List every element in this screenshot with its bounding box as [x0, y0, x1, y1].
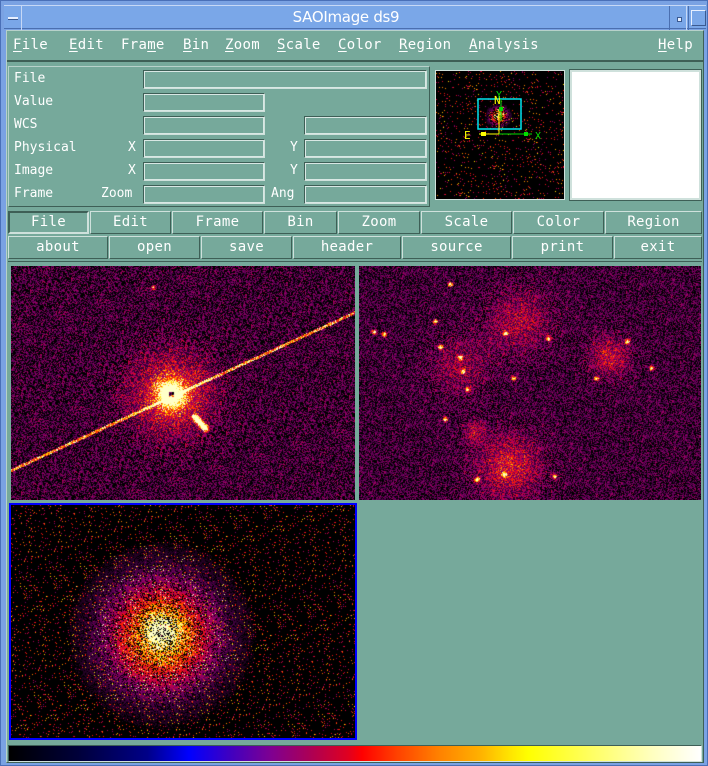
menu-label-rest: nalysis	[477, 37, 539, 53]
button-header[interactable]: header	[293, 236, 401, 259]
menu-label-rest: oom	[233, 37, 260, 53]
panner-overlay: N E X Y	[464, 90, 541, 142]
physical-x-label: X	[128, 140, 136, 155]
image-label: Image	[14, 163, 54, 178]
mnemonic: R	[399, 37, 408, 53]
menu-label-rest: egion	[407, 37, 452, 53]
physical-label: Physical	[14, 140, 77, 155]
colorbar[interactable]	[8, 745, 702, 762]
menu-label-rest: e	[155, 37, 165, 53]
physical-y-label: Y	[290, 140, 298, 155]
menu-label-rest: in	[191, 37, 210, 53]
button-open[interactable]: open	[109, 236, 200, 259]
value-label: Value	[14, 94, 54, 109]
frame-1[interactable]	[9, 264, 357, 502]
button-color[interactable]: Color	[513, 211, 604, 234]
axis-y-label: Y	[496, 90, 502, 101]
menu-edit[interactable]: Edit	[69, 37, 104, 53]
compass-e-label: E	[464, 129, 471, 142]
ang-field	[304, 185, 427, 204]
menu-label-rest: dit	[77, 37, 104, 53]
menu-color[interactable]: Color	[338, 37, 382, 53]
mnemonic: F	[13, 37, 22, 53]
menu-scale[interactable]: Scale	[277, 37, 321, 53]
buttonbar-major: File Edit Frame Bin Zoom Scale Color Reg…	[7, 211, 703, 235]
image-x-field	[143, 162, 265, 181]
menu-label-rest: olor	[346, 37, 382, 53]
physical-x-field	[143, 139, 265, 158]
physical-y-field	[304, 139, 427, 158]
frame-2-image[interactable]	[359, 266, 701, 500]
mnemonic: B	[183, 37, 192, 53]
mnemonic: Z	[225, 37, 234, 53]
mnemonic: C	[338, 37, 347, 53]
button-scale[interactable]: Scale	[421, 211, 512, 234]
menu-bar: File Edit Frame Bin Zoom Scale Color Reg…	[7, 31, 703, 62]
button-file[interactable]: File	[8, 211, 89, 234]
minimize-button[interactable]	[669, 6, 687, 30]
zoom-field	[143, 185, 265, 204]
magnifier	[569, 69, 702, 201]
button-region[interactable]: Region	[605, 211, 702, 234]
wcs-field-1	[143, 116, 265, 135]
button-zoom[interactable]: Zoom	[338, 211, 420, 234]
menu-frame[interactable]: Frame	[121, 37, 165, 53]
panner[interactable]: N E X Y	[435, 70, 565, 200]
value-field	[143, 93, 265, 112]
wcs-label: WCS	[14, 117, 38, 132]
wcs-field-2	[304, 116, 427, 135]
window-menu-button[interactable]	[4, 6, 22, 30]
file-field	[143, 70, 427, 89]
mnemonic: A	[469, 37, 478, 53]
buttonbar-minor: about open save header source print exit	[7, 236, 703, 260]
image-x-label: X	[128, 163, 136, 178]
app-body: File Edit Frame Bin Zoom Scale Color Reg…	[6, 30, 704, 763]
frame-3[interactable]	[9, 503, 357, 740]
menu-label-rest: Fra	[121, 37, 148, 53]
menu-zoom[interactable]: Zoom	[225, 37, 260, 53]
button-source[interactable]: source	[402, 236, 511, 259]
mnemonic: E	[69, 37, 78, 53]
compass-east-arrow	[481, 132, 486, 136]
mnemonic: S	[277, 37, 286, 53]
menu-bin[interactable]: Bin	[183, 37, 209, 53]
image-y-label: Y	[290, 163, 298, 178]
frame-1-image[interactable]	[11, 266, 355, 500]
menu-help[interactable]: Help	[658, 37, 693, 53]
ang-label: Ang	[271, 186, 295, 201]
menu-analysis[interactable]: Analysis	[469, 37, 539, 53]
menu-label-rest: ile	[21, 37, 48, 53]
title-bar[interactable]: SAOImage ds9	[4, 5, 706, 30]
frame-2[interactable]	[357, 264, 703, 502]
button-edit[interactable]: Edit	[90, 211, 171, 234]
frame-3-image[interactable]	[11, 505, 355, 738]
button-save[interactable]: save	[201, 236, 292, 259]
mnemonic: H	[658, 37, 667, 53]
ds9-window: SAOImage ds9 File Edit Frame Bin Zoom Sc…	[0, 0, 708, 766]
button-frame[interactable]: Frame	[172, 211, 263, 234]
mnemonic: m	[147, 37, 156, 53]
menu-file[interactable]: File	[13, 37, 48, 53]
menu-label-rest: elp	[666, 37, 693, 53]
file-label: File	[14, 71, 46, 86]
menu-region[interactable]: Region	[399, 37, 451, 53]
zoom-label: Zoom	[101, 186, 133, 201]
maximize-button[interactable]	[688, 6, 706, 30]
frame-label: Frame	[14, 186, 54, 201]
frames-area[interactable]	[8, 261, 703, 740]
menu-label-rest: cale	[285, 37, 321, 53]
button-about[interactable]: about	[8, 236, 108, 259]
info-panel: File Value WCS Physical X Y Image X Y Fr…	[8, 66, 430, 207]
axis-x-arrow	[524, 132, 528, 136]
button-exit[interactable]: exit	[614, 236, 702, 259]
image-y-field	[304, 162, 427, 181]
axis-x-label: X	[535, 131, 541, 142]
axis-y-arrow	[499, 107, 503, 111]
window-title: SAOImage ds9	[292, 8, 400, 26]
button-print[interactable]: print	[512, 236, 613, 259]
button-bin[interactable]: Bin	[264, 211, 337, 234]
